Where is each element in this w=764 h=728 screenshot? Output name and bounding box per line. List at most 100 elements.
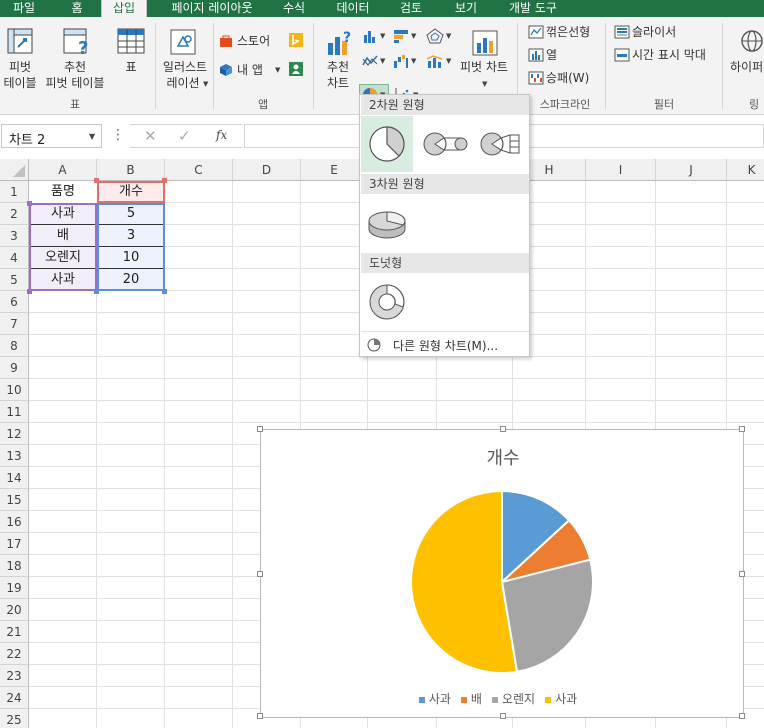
tab-home[interactable]: 홈 xyxy=(58,0,96,17)
column-header[interactable]: J xyxy=(656,159,727,181)
range-handle[interactable] xyxy=(27,201,32,206)
column-header[interactable]: B xyxy=(97,159,165,181)
row-header[interactable]: 24 xyxy=(0,687,29,709)
tab-developer[interactable]: 개발 도구 xyxy=(500,0,566,17)
waterfall-chart-icon[interactable] xyxy=(393,53,409,69)
pie-plot-area[interactable] xyxy=(261,430,745,719)
pie-3d-option[interactable] xyxy=(361,195,413,251)
count-cell[interactable]: 3 xyxy=(97,225,165,247)
tab-file[interactable]: 파일 xyxy=(0,0,48,17)
more-options-icon[interactable]: ⋮ xyxy=(111,127,125,143)
row-header[interactable]: 23 xyxy=(0,665,29,687)
column-header[interactable]: D xyxy=(233,159,301,181)
row-header[interactable]: 12 xyxy=(0,423,29,445)
row-header[interactable]: 20 xyxy=(0,599,29,621)
row-header[interactable]: 9 xyxy=(0,357,29,379)
chart-object[interactable]: 개수 사과 배 오렌지 사과 xyxy=(257,426,745,719)
range-handle[interactable] xyxy=(94,178,99,183)
header-cell-item[interactable]: 품명 xyxy=(29,181,97,203)
row-header[interactable]: 22 xyxy=(0,643,29,665)
bar-of-pie-option[interactable] xyxy=(477,116,529,172)
line-chart-icon[interactable] xyxy=(362,53,378,69)
row-header[interactable]: 18 xyxy=(0,555,29,577)
row-header[interactable]: 7 xyxy=(0,313,29,335)
combo-chart-caret-icon[interactable]: ▼ xyxy=(446,57,451,65)
row-header[interactable]: 25 xyxy=(0,709,29,728)
tab-page-layout[interactable]: 페이지 레이아웃 xyxy=(158,0,266,17)
insert-function-icon[interactable]: fx xyxy=(216,128,227,142)
radar-chart-icon[interactable] xyxy=(426,28,444,44)
row-header[interactable]: 1 xyxy=(0,181,29,203)
count-cell[interactable]: 10 xyxy=(97,247,165,269)
range-handle[interactable] xyxy=(162,178,167,183)
row-header[interactable]: 4 xyxy=(0,247,29,269)
column-header[interactable]: C xyxy=(165,159,233,181)
row-header[interactable]: 10 xyxy=(0,379,29,401)
radar-chart-caret-icon[interactable]: ▼ xyxy=(446,32,451,40)
resize-handle[interactable] xyxy=(257,571,263,577)
row-header[interactable]: 13 xyxy=(0,445,29,467)
tab-formulas[interactable]: 수식 xyxy=(274,0,314,17)
row-header[interactable]: 16 xyxy=(0,511,29,533)
item-cell[interactable]: 사과 xyxy=(29,269,97,291)
resize-handle[interactable] xyxy=(257,713,263,719)
chart-legend[interactable]: 사과 배 오렌지 사과 xyxy=(261,690,745,707)
resize-handle[interactable] xyxy=(739,713,745,719)
header-cell-count[interactable]: 개수 xyxy=(97,181,165,203)
donut-option[interactable] xyxy=(361,274,413,330)
pie-2d-option[interactable] xyxy=(361,116,413,172)
tab-view[interactable]: 보기 xyxy=(447,0,485,17)
item-cell[interactable]: 사과 xyxy=(29,203,97,225)
resize-handle[interactable] xyxy=(739,426,745,432)
select-all-corner[interactable] xyxy=(0,159,29,181)
name-box[interactable]: 차트 2 ▼ xyxy=(1,124,102,148)
tab-data[interactable]: 데이터 xyxy=(328,0,378,17)
row-header[interactable]: 14 xyxy=(0,467,29,489)
row-header[interactable]: 5 xyxy=(0,269,29,291)
range-handle[interactable] xyxy=(162,289,167,294)
legend-entry[interactable]: 사과 xyxy=(545,692,577,706)
row-header[interactable]: 21 xyxy=(0,621,29,643)
resize-handle[interactable] xyxy=(257,426,263,432)
pie-of-pie-option[interactable] xyxy=(420,116,472,172)
pie-slice[interactable] xyxy=(410,489,519,674)
enter-check-icon[interactable]: ✓ xyxy=(178,127,191,145)
item-cell[interactable]: 오렌지 xyxy=(29,247,97,269)
legend-entry[interactable]: 오렌지 xyxy=(491,692,535,706)
column-header[interactable]: I xyxy=(586,159,656,181)
count-cell[interactable]: 5 xyxy=(97,203,165,225)
row-header[interactable]: 17 xyxy=(0,533,29,555)
column-chart-icon[interactable] xyxy=(362,28,378,44)
column-chart-caret-icon[interactable]: ▼ xyxy=(380,32,385,40)
row-header[interactable]: 3 xyxy=(0,225,29,247)
count-cell[interactable]: 20 xyxy=(97,269,165,291)
legend-entry[interactable]: 사과 xyxy=(418,692,451,706)
legend-entry[interactable]: 배 xyxy=(460,692,482,706)
hierarchy-chart-icon[interactable] xyxy=(393,28,409,44)
tab-insert[interactable]: 삽입 xyxy=(101,0,147,17)
row-header[interactable]: 19 xyxy=(0,577,29,599)
resize-handle[interactable] xyxy=(500,426,506,432)
column-header[interactable]: E xyxy=(301,159,368,181)
illustrations-icon xyxy=(170,29,196,55)
column-header[interactable]: K xyxy=(727,159,764,181)
resize-handle[interactable] xyxy=(500,713,506,719)
resize-handle[interactable] xyxy=(739,571,745,577)
combo-chart-icon[interactable] xyxy=(426,53,444,69)
more-pie-charts-item[interactable]: 다른 원형 차트(M)... xyxy=(361,334,529,356)
column-header[interactable]: A xyxy=(29,159,97,181)
row-header[interactable]: 11 xyxy=(0,401,29,423)
row-header[interactable]: 8 xyxy=(0,335,29,357)
item-cell[interactable]: 배 xyxy=(29,225,97,247)
row-header[interactable]: 15 xyxy=(0,489,29,511)
waterfall-chart-caret-icon[interactable]: ▼ xyxy=(411,57,416,65)
range-handle[interactable] xyxy=(94,289,99,294)
name-box-caret-icon[interactable]: ▼ xyxy=(89,132,95,141)
row-header[interactable]: 2 xyxy=(0,203,29,225)
tab-review[interactable]: 검토 xyxy=(392,0,430,17)
cancel-icon[interactable]: ✕ xyxy=(144,127,157,145)
row-header[interactable]: 6 xyxy=(0,291,29,313)
hierarchy-chart-caret-icon[interactable]: ▼ xyxy=(411,32,416,40)
line-chart-caret-icon[interactable]: ▼ xyxy=(380,57,385,65)
range-handle[interactable] xyxy=(27,289,32,294)
